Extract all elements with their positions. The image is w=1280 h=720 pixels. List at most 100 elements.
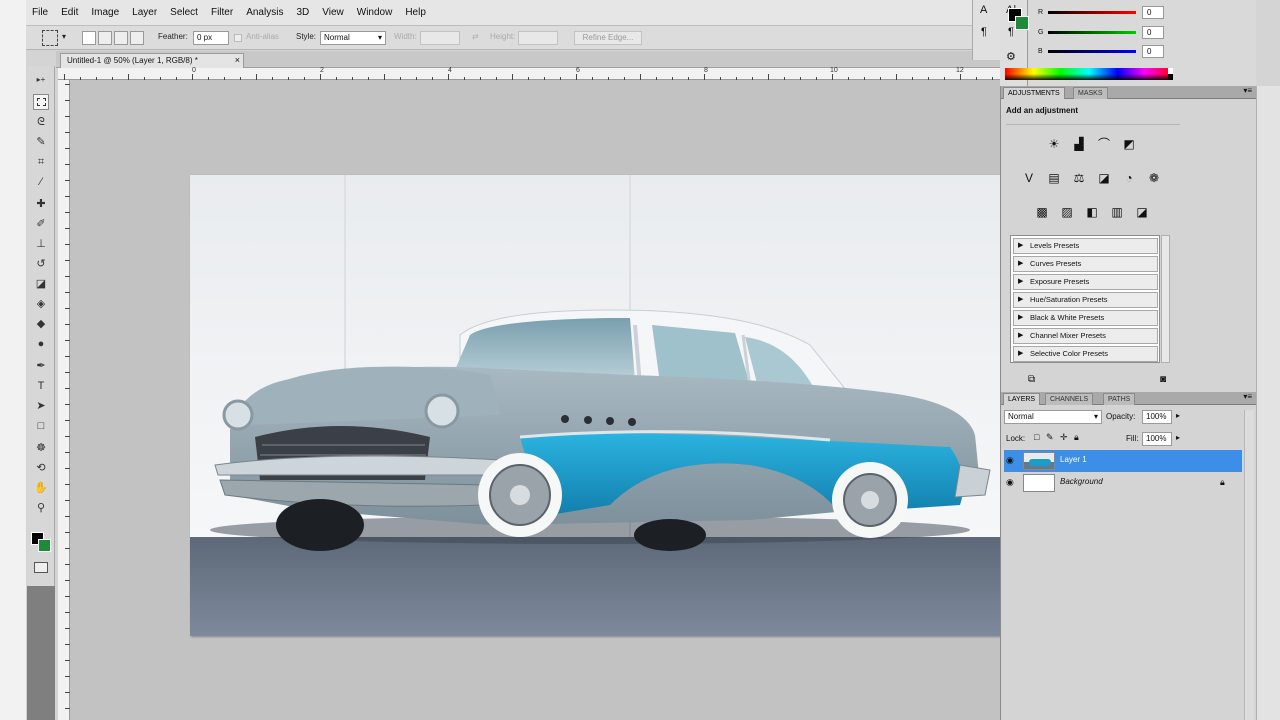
lock-image-icon[interactable]: ✎ [1046, 432, 1054, 443]
curves-icon[interactable]: ⌒ [1095, 135, 1113, 153]
layer-row-layer-1[interactable]: ◉ Layer 1 [1004, 450, 1242, 472]
panel-menu-icon[interactable]: ▾≡ [1243, 392, 1252, 401]
layer-row-background[interactable]: ◉ Background 🔒︎ [1004, 472, 1242, 494]
channel-mixer-icon[interactable]: ❁ [1145, 169, 1163, 187]
anti-alias-checkbox[interactable] [234, 34, 242, 42]
feather-input[interactable]: 0 px [193, 31, 229, 45]
opacity-input[interactable]: 100% [1142, 410, 1172, 424]
preset-channel-mixer[interactable]: ▶ Channel Mixer Presets [1013, 328, 1158, 344]
visibility-eye-icon[interactable]: ◉ [1006, 477, 1014, 488]
3d-orbit-tool-icon[interactable]: ⟲ [33, 460, 49, 476]
blue-value-input[interactable]: 0 [1142, 45, 1164, 58]
tab-paths[interactable]: PATHS [1103, 393, 1136, 405]
color-balance-icon[interactable]: ⚖ [1070, 169, 1088, 187]
eyedropper-tool-icon[interactable]: ⁄ [33, 174, 49, 190]
tab-adjustments[interactable]: ADJUSTMENTS [1003, 87, 1065, 99]
marquee-tool-preset-icon[interactable] [42, 30, 58, 46]
preset-selective-color[interactable]: ▶ Selective Color Presets [1013, 346, 1158, 362]
rectangle-tool-icon[interactable]: □ [33, 418, 49, 434]
new-selection-icon[interactable] [82, 31, 96, 45]
preset-black-white[interactable]: ▶ Black & White Presets [1013, 310, 1158, 326]
close-icon[interactable]: × [235, 54, 240, 67]
menu-window[interactable]: Window [357, 7, 393, 18]
presets-scrollbar[interactable] [1161, 235, 1170, 363]
posterize-icon[interactable]: ▨ [1058, 203, 1076, 221]
swap-icon[interactable]: ⇄ [472, 32, 479, 41]
hand-tool-icon[interactable]: ✋ [33, 480, 49, 496]
quick-mask-icon[interactable] [34, 562, 48, 573]
height-input[interactable] [518, 31, 558, 45]
rectangular-marquee-tool-icon[interactable] [33, 94, 49, 110]
eraser-tool-icon[interactable]: ◪ [33, 276, 49, 292]
background-color-swatch[interactable] [38, 539, 51, 552]
dodge-tool-icon[interactable]: ● [33, 336, 49, 352]
quick-selection-tool-icon[interactable]: ✎ [33, 134, 49, 150]
layers-scrollbar[interactable] [1244, 410, 1254, 720]
vibrance-icon[interactable]: V [1020, 169, 1038, 187]
color-background-swatch[interactable] [1015, 16, 1029, 30]
menu-help[interactable]: Help [405, 7, 426, 18]
clone-stamp-tool-icon[interactable]: ⊥ [33, 236, 49, 252]
type-tool-icon[interactable]: T [33, 378, 49, 394]
menu-analysis[interactable]: Analysis [246, 7, 283, 18]
threshold-icon[interactable]: ◧ [1083, 203, 1101, 221]
menu-edit[interactable]: Edit [61, 7, 78, 18]
history-brush-tool-icon[interactable]: ↺ [33, 256, 49, 272]
fill-arrow-icon[interactable]: ▸ [1176, 433, 1180, 442]
paragraph-icon[interactable]: ¶ [981, 26, 987, 38]
red-slider[interactable] [1048, 11, 1136, 14]
brightness-contrast-icon[interactable]: ☀ [1045, 135, 1063, 153]
blue-slider[interactable] [1048, 50, 1136, 53]
paint-bucket-tool-icon[interactable]: ◈ [33, 296, 49, 312]
zoom-tool-icon[interactable]: ⚲ [33, 500, 49, 516]
lasso-tool-icon[interactable]: ᘓ [33, 114, 49, 130]
black-swatch[interactable] [1168, 74, 1173, 80]
view-toggle-icon[interactable]: ◙ [1160, 374, 1166, 385]
width-input[interactable] [420, 31, 460, 45]
document-canvas-image[interactable] [190, 175, 1000, 636]
tab-masks[interactable]: MASKS [1073, 87, 1108, 99]
move-tool-icon[interactable]: ▸+ [33, 72, 49, 88]
green-value-input[interactable]: 0 [1142, 26, 1164, 39]
black-white-icon[interactable]: ◪ [1095, 169, 1113, 187]
add-to-selection-icon[interactable] [98, 31, 112, 45]
exposure-icon[interactable]: ◩ [1120, 135, 1138, 153]
lock-transparent-icon[interactable]: □ [1034, 432, 1039, 442]
dropdown-arrow-icon[interactable]: ▾ [62, 32, 66, 41]
intersect-selection-icon[interactable] [130, 31, 144, 45]
levels-icon[interactable]: ▟ [1070, 135, 1088, 153]
preset-curves[interactable]: ▶ Curves Presets [1013, 256, 1158, 272]
gradient-map-icon[interactable]: ▥ [1108, 203, 1126, 221]
menu-3d[interactable]: 3D [296, 7, 309, 18]
preset-levels[interactable]: ▶ Levels Presets [1013, 238, 1158, 254]
preset-hue-saturation[interactable]: ▶ Hue/Saturation Presets [1013, 292, 1158, 308]
menu-view[interactable]: View [322, 7, 344, 18]
fill-input[interactable]: 100% [1142, 432, 1172, 446]
green-slider[interactable] [1048, 31, 1136, 34]
tool-presets-icon[interactable]: ⚙ [1006, 50, 1016, 63]
paragraph-panel-icon[interactable]: ¶ [1008, 26, 1014, 38]
preset-exposure[interactable]: ▶ Exposure Presets [1013, 274, 1158, 290]
visibility-eye-icon[interactable]: ◉ [1006, 455, 1014, 466]
menu-file[interactable]: File [32, 7, 48, 18]
blur-tool-icon[interactable]: ◆ [33, 316, 49, 332]
document-tab[interactable]: Untitled-1 @ 50% (Layer 1, RGB/8) * × [60, 53, 244, 68]
subtract-from-selection-icon[interactable] [114, 31, 128, 45]
lock-position-icon[interactable]: ✛ [1060, 432, 1068, 443]
tab-channels[interactable]: CHANNELS [1045, 393, 1094, 405]
clip-to-layer-icon[interactable]: ⧉ [1028, 374, 1035, 385]
menu-filter[interactable]: Filter [211, 7, 233, 18]
hue-saturation-icon[interactable]: ▤ [1045, 169, 1063, 187]
menu-image[interactable]: Image [91, 7, 119, 18]
crop-tool-icon[interactable]: ⌗ [33, 154, 49, 170]
character-icon[interactable]: A [980, 4, 987, 16]
menu-select[interactable]: Select [170, 7, 198, 18]
invert-icon[interactable]: ▩ [1033, 203, 1051, 221]
lock-all-icon[interactable]: 🔒︎ [1074, 432, 1079, 443]
photo-filter-icon[interactable]: ◔ [1120, 169, 1138, 187]
brush-tool-icon[interactable]: ✐ [33, 216, 49, 232]
3d-rotate-tool-icon[interactable]: ☸ [33, 440, 49, 456]
red-value-input[interactable]: 0 [1142, 6, 1164, 19]
style-select[interactable]: Normal ▾ [320, 31, 386, 45]
selective-color-icon[interactable]: ◪ [1133, 203, 1151, 221]
